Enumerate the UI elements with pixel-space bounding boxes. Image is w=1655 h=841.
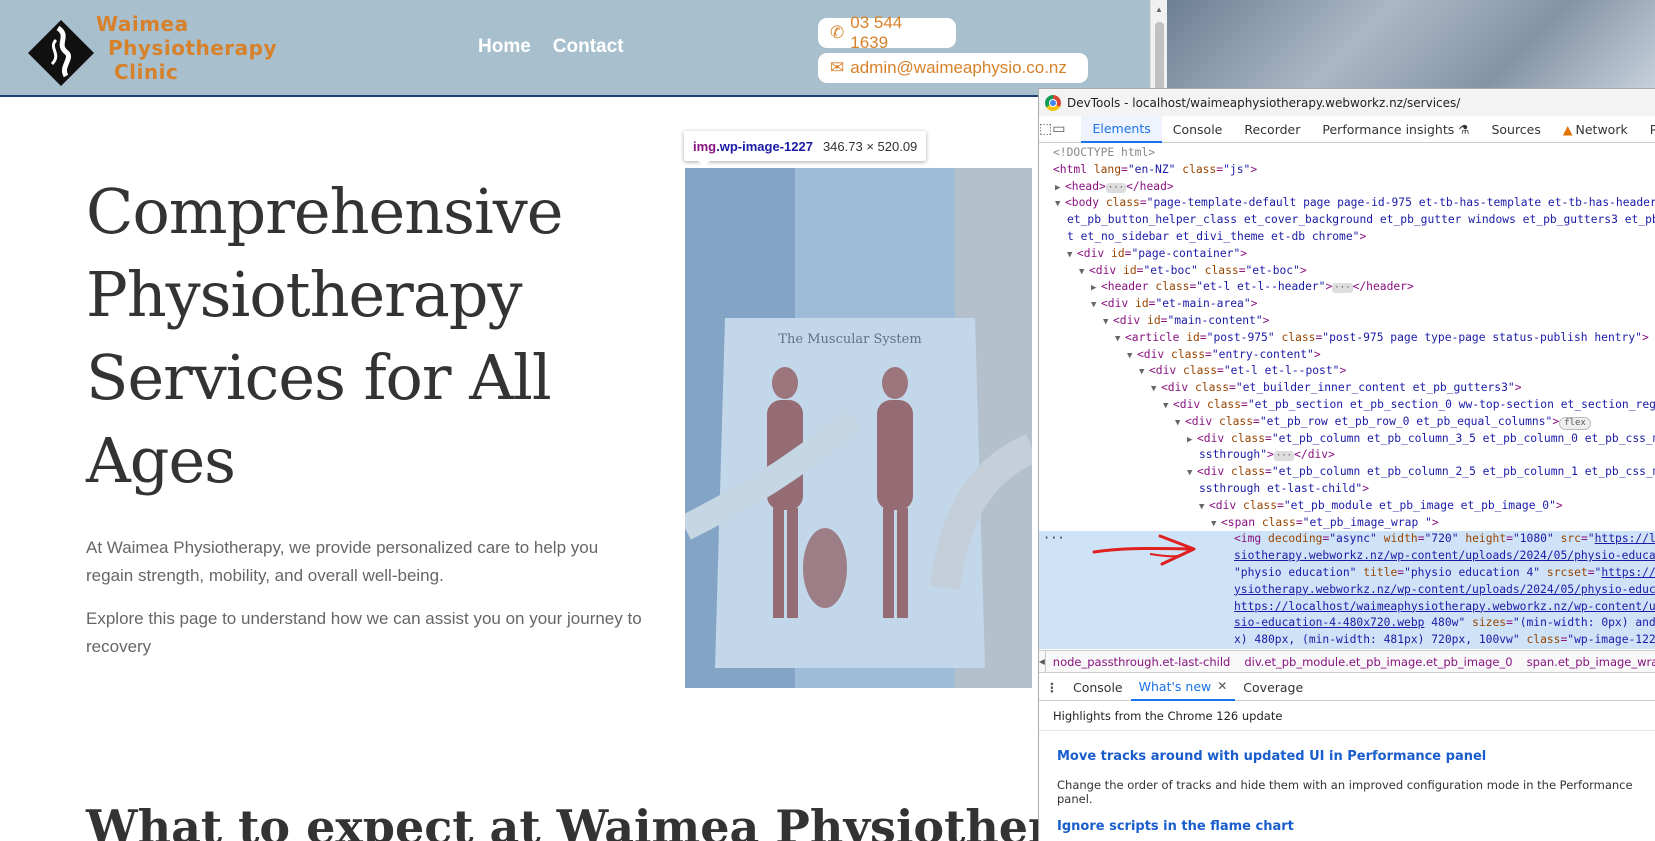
tab-elements[interactable]: Elements xyxy=(1081,115,1162,143)
scrollbar-thumb[interactable] xyxy=(1155,22,1164,92)
whats-new-item-text: Change the order of tracks and hide them… xyxy=(1057,778,1633,806)
dom-line[interactable]: ▼ <div id="et-boc" class="et-boc"> xyxy=(1039,263,1655,280)
close-icon[interactable]: ✕ xyxy=(1217,679,1227,693)
flask-icon: ⚗ xyxy=(1458,121,1470,137)
dom-line[interactable]: <html lang="en-NZ" class="js"> xyxy=(1039,162,1655,179)
dom-line[interactable]: ▼ <div id="main-content"> xyxy=(1039,313,1655,330)
dom-line[interactable]: ▼ <div id="et-main-area"> xyxy=(1039,296,1655,313)
dom-line[interactable]: ▼ <div class="et_pb_section et_pb_section… xyxy=(1039,397,1655,414)
breadcrumb-item[interactable]: span.et_pb_image_wrap. xyxy=(1520,655,1655,669)
device-toolbar-icon[interactable]: ▭ xyxy=(1052,121,1065,137)
kebab-menu-icon[interactable]: ⋮ xyxy=(1039,680,1065,695)
inspect-highlight-overlay xyxy=(685,168,1032,688)
phone-number: 03 544 1639 xyxy=(850,13,903,52)
email-address: admin@waimeaphysio.co.nz xyxy=(850,58,1067,77)
drawer-tab-whats-new[interactable]: What's new ✕ xyxy=(1130,674,1236,701)
envelope-icon: ✉ xyxy=(830,58,845,77)
site-header: Waimea Physiotherapy Clinic Home Contact… xyxy=(0,0,1150,97)
tab-more[interactable]: P xyxy=(1639,116,1655,143)
dom-line[interactable]: ▼ <div class="et_pb_column et_pb_column_2… xyxy=(1039,464,1655,481)
dom-line[interactable]: et_pb_button_helper_class et_cover_backg… xyxy=(1039,212,1655,229)
dom-line[interactable]: ▶ <head> ··· </head> xyxy=(1039,179,1655,196)
email-button[interactable]: ✉ admin@waimeaphysio.co.nz xyxy=(818,53,1088,83)
tab-performance-insights[interactable]: Performance insights ⚗ xyxy=(1311,116,1480,143)
whats-new-heading: Highlights from the Chrome 126 update xyxy=(1039,702,1655,731)
logo-line-3: Clinic xyxy=(114,60,179,84)
more-actions-icon[interactable]: ··· xyxy=(1043,531,1065,545)
tab-sources[interactable]: Sources xyxy=(1480,116,1551,143)
logo-text: Waimea Physiotherapy Clinic xyxy=(96,12,277,84)
chrome-icon xyxy=(1045,94,1061,111)
tooltip-dimensions: 346.73 × 520.09 xyxy=(822,138,918,154)
devtools-title: DevTools - localhost/waimeaphysiotherapy… xyxy=(1067,95,1461,110)
whats-new-item-title[interactable]: Ignore scripts in the flame chart xyxy=(1039,819,1655,834)
dom-line[interactable]: ▼ <div class="entry-content"> xyxy=(1039,347,1655,364)
dom-line[interactable]: ▼ <div class="et_pb_row et_pb_row_0 et_pb… xyxy=(1039,414,1655,431)
dom-line[interactable]: ▶ <header class="et-l et-l--header"> ··· </… xyxy=(1039,279,1655,296)
phone-button[interactable]: ✆ 03 544 1639 xyxy=(818,13,956,52)
physio-education-image[interactable]: The Muscular System xyxy=(685,168,1032,688)
tooltip-selector: img.wp-image-1227 xyxy=(693,138,813,154)
dom-line[interactable]: ▼ <article id="post-975" class="post-975 … xyxy=(1039,330,1655,347)
main-nav: Home Contact xyxy=(478,36,624,58)
tab-network[interactable]: ▲ Network xyxy=(1552,116,1639,143)
devtools-window: DevTools - localhost/waimeaphysiotherapy… xyxy=(1038,88,1655,841)
nav-contact-link[interactable]: Contact xyxy=(553,36,624,58)
drawer-tab-console[interactable]: Console xyxy=(1065,674,1131,701)
dom-line[interactable]: ▼ <div class="et-l et-l--post"> xyxy=(1039,363,1655,380)
logo-line-1: Waimea xyxy=(96,12,189,36)
drawer-tabbar: ⋮ Console What's new ✕ Coverage xyxy=(1039,674,1655,701)
dom-line[interactable]: t et_no_sidebar et_divi_theme et-db chro… xyxy=(1039,229,1655,246)
drawer-tab-coverage[interactable]: Coverage xyxy=(1235,674,1311,701)
hero-paragraph-1: At Waimea Physiotherapy, we provide pers… xyxy=(86,538,599,585)
tab-recorder[interactable]: Recorder xyxy=(1233,116,1311,143)
logo-icon xyxy=(28,20,94,86)
dom-line[interactable]: ssthrough et-last-child"> xyxy=(1039,481,1655,498)
dom-line[interactable]: ▼ <body class="page-template-default page… xyxy=(1039,195,1655,212)
dom-line[interactable]: ▼ <div id="page-container"> xyxy=(1039,246,1655,263)
hero-paragraph-2: Explore this page to understand how we c… xyxy=(86,609,642,656)
elements-tree[interactable]: <!DOCTYPE html> <html lang="en-NZ" class… xyxy=(1039,145,1655,650)
breadcrumb-item[interactable]: node_passthrough.et-last-child xyxy=(1046,655,1238,669)
devtools-titlebar: DevTools - localhost/waimeaphysiotherapy… xyxy=(1039,89,1655,116)
nav-home-link[interactable]: Home xyxy=(478,36,531,58)
devtools-tabbar: ⬚ ▭ Elements Console Recorder Performanc… xyxy=(1039,115,1655,143)
dom-line[interactable]: ssthrough"> ··· </div> xyxy=(1039,447,1655,464)
dom-line[interactable]: ▼ <div class="et_builder_inner_content et… xyxy=(1039,380,1655,397)
inspect-element-icon[interactable]: ⬚ xyxy=(1039,121,1052,137)
chevron-left-icon[interactable]: ◂ xyxy=(1039,651,1046,672)
scroll-up-icon[interactable]: ▲ xyxy=(1155,5,1163,14)
whats-new-panel: Highlights from the Chrome 126 update Mo… xyxy=(1039,702,1655,841)
phone-icon: ✆ xyxy=(830,23,845,42)
hero-title: Comprehensive Physiotherapy Services for… xyxy=(86,175,564,497)
dom-line[interactable]: <!DOCTYPE html> xyxy=(1039,145,1655,162)
inspect-tooltip: img.wp-image-1227 346.73 × 520.09 xyxy=(684,131,927,167)
dom-line[interactable]: ▶ <div class="et_pb_column et_pb_column_3… xyxy=(1039,431,1655,448)
breadcrumb-item[interactable]: div.et_pb_module.et_pb_image.et_pb_image… xyxy=(1237,655,1519,669)
annotation-arrow-icon xyxy=(1092,534,1196,566)
dom-line[interactable]: ▼ <div class="et_pb_module et_pb_image et… xyxy=(1039,498,1655,515)
site-logo[interactable]: Waimea Physiotherapy Clinic xyxy=(26,10,286,86)
section-title: What to expect at Waimea Physiotherapy xyxy=(86,800,1141,841)
tab-console[interactable]: Console xyxy=(1162,116,1234,143)
dom-line[interactable]: ▼ <span class="et_pb_image_wrap "> xyxy=(1039,515,1655,532)
logo-line-2: Physiotherapy xyxy=(108,36,278,60)
warning-icon: ▲ xyxy=(1562,121,1573,137)
page-scrollbar[interactable]: ▲ xyxy=(1150,0,1167,97)
whats-new-item-title[interactable]: Move tracks around with updated UI in Pe… xyxy=(1039,749,1655,764)
desktop-background xyxy=(1167,0,1655,90)
breadcrumb: ◂ node_passthrough.et-last-child div.et_… xyxy=(1039,650,1655,673)
